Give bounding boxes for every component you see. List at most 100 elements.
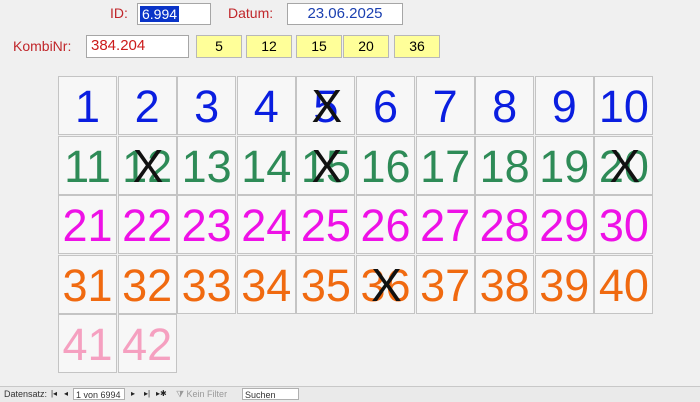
drawn-mark-x: X [132,139,164,192]
number-cell[interactable]: 26 [356,195,415,255]
cell-number: 8 [492,81,518,132]
cell-number: 30 [598,200,649,252]
number-grid: 1 2 3 4 5 X 6 7 8 9 10 11 12 X 13 14 15 X 16 17 18 19 20 X 21 22 2… [58,76,654,374]
prev-record-icon[interactable]: ◂ [61,388,71,400]
last-record-icon[interactable]: ▸| [142,388,152,400]
cell-number: 18 [479,140,530,192]
cell-number: 11 [64,140,111,192]
cell-number: 22 [122,200,173,252]
cell-number: 28 [479,200,530,252]
number-cell[interactable]: 34 [236,254,296,314]
number-cell[interactable]: 28 [475,195,535,255]
cell-number: 34 [241,259,292,311]
drawn-number-3[interactable]: 15 [296,35,342,58]
filter-text: Kein Filter [186,389,228,399]
cell-number: 3 [194,81,220,132]
number-cell[interactable]: 40 [594,254,654,314]
drawn-mark-x: X [311,80,343,132]
number-cell[interactable]: 25 [296,195,356,255]
number-cell[interactable]: 35 [296,254,356,314]
number-cell[interactable]: 11 [58,135,117,195]
cell-number: 29 [539,200,590,252]
kombi-field[interactable]: 384.204 [86,35,189,58]
number-cell[interactable]: 42 [117,314,177,374]
number-cell[interactable]: 15 X [296,135,356,195]
number-cell[interactable]: 29 [534,195,594,255]
id-label: ID: [110,5,128,21]
cell-number: 10 [598,81,649,132]
number-cell[interactable]: 2 [117,76,177,135]
first-record-icon[interactable]: |◂ [49,388,59,400]
cell-number: 7 [432,81,458,132]
number-cell[interactable]: 36 X [356,254,415,314]
number-cell[interactable]: 17 [415,135,475,195]
number-cell[interactable]: 13 [177,135,237,195]
number-cell[interactable]: 21 [58,195,117,255]
drawn-number-4[interactable]: 20 [343,35,389,58]
record-number-field[interactable]: 1 von 6994 [73,388,125,400]
date-label: Datum: [228,5,274,21]
number-cell[interactable]: 12 X [117,135,177,195]
drawn-number-5[interactable]: 36 [394,35,440,58]
cell-number: 35 [300,259,351,311]
cell-number: 24 [241,200,292,252]
new-record-icon[interactable]: ▸✱ [156,388,167,400]
cell-number: 41 [62,319,113,371]
number-cell[interactable]: 7 [415,76,475,135]
number-cell[interactable]: 10 [594,76,654,135]
number-cell[interactable]: 8 [475,76,535,135]
number-cell[interactable]: 9 [534,76,594,135]
cell-number: 4 [253,81,279,132]
kombi-label: KombiNr: [13,38,72,54]
date-field[interactable]: 23.06.2025 [287,3,403,25]
cell-number: 1 [74,81,101,132]
cell-number: 39 [539,259,590,311]
number-cell[interactable]: 1 [58,76,117,135]
cell-number: 26 [360,200,411,252]
cell-number: 21 [62,200,113,252]
cell-number: 6 [372,81,399,132]
search-input[interactable]: Suchen [242,388,299,400]
drawn-mark-x: X [609,139,641,192]
filter-button[interactable]: ⧩ Kein Filter [176,388,227,400]
cell-number: 13 [181,140,232,192]
cell-number: 40 [598,259,649,311]
cell-number: 31 [62,259,113,311]
number-cell[interactable]: 30 [594,195,654,255]
number-cell[interactable]: 22 [117,195,177,255]
drawn-number-1[interactable]: 5 [196,35,242,58]
cell-number: 38 [479,259,530,311]
cell-number: 42 [122,319,173,371]
number-cell[interactable]: 32 [117,254,177,314]
drawn-number-2[interactable]: 12 [246,35,292,58]
number-cell[interactable]: 33 [177,254,237,314]
number-cell[interactable]: 6 [356,76,415,135]
drawn-mark-x: X [371,258,402,311]
number-cell[interactable]: 39 [534,254,594,314]
number-cell[interactable]: 3 [177,76,237,135]
record-label: Datensatz: [4,389,48,399]
number-cell[interactable]: 4 [236,76,296,135]
cell-number: 19 [539,140,590,192]
number-cell[interactable]: 31 [58,254,117,314]
id-field[interactable]: 6.994 [137,3,211,25]
number-cell[interactable]: 23 [177,195,237,255]
cell-number: 14 [241,140,292,192]
number-cell[interactable]: 16 [356,135,415,195]
number-cell[interactable]: 18 [475,135,535,195]
record-navigation-bar: Datensatz: |◂ ◂ 1 von 6994 ▸ ▸| ▸✱ ⧩ Kei… [0,386,700,402]
number-cell[interactable]: 14 [236,135,296,195]
number-cell[interactable]: 27 [415,195,475,255]
drawn-mark-x: X [311,139,343,192]
filter-icon: ⧩ [176,389,185,399]
number-cell[interactable]: 5X [296,76,356,135]
number-cell[interactable]: 24 [236,195,296,255]
number-cell[interactable]: 37 [415,254,475,314]
next-record-icon[interactable]: ▸ [128,388,138,400]
cell-number: 23 [181,200,232,252]
number-cell[interactable]: 20 X [594,135,654,195]
number-cell[interactable]: 41 [58,314,117,374]
number-cell[interactable]: 19 [534,135,594,195]
cell-number: 17 [420,140,471,192]
number-cell[interactable]: 38 [475,254,535,314]
